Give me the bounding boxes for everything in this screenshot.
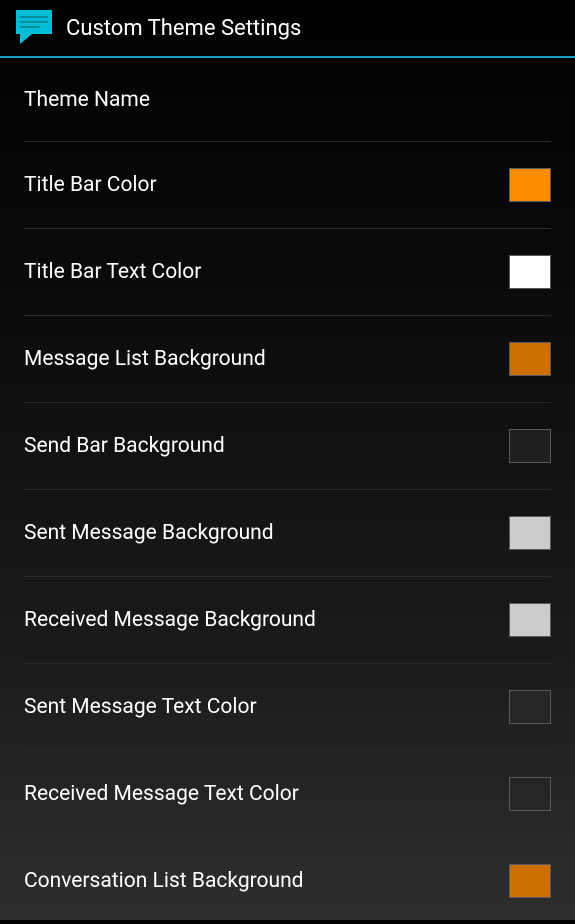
setting-label: Received Message Text Color [24, 782, 299, 806]
setting-label: Title Bar Text Color [24, 260, 201, 284]
setting-conversation-list-background[interactable]: Conversation List Background [24, 838, 551, 924]
color-swatch[interactable] [509, 603, 551, 637]
setting-label: Received Message Background [24, 608, 316, 632]
setting-label: Sent Message Text Color [24, 695, 257, 719]
setting-title-bar-color[interactable]: Title Bar Color [24, 142, 551, 229]
setting-message-list-background[interactable]: Message List Background [24, 316, 551, 403]
color-swatch[interactable] [509, 690, 551, 724]
setting-received-message-text-color[interactable]: Received Message Text Color [24, 751, 551, 838]
setting-label: Message List Background [24, 347, 266, 371]
setting-label: Title Bar Color [24, 173, 157, 197]
page-title: Custom Theme Settings [66, 16, 301, 41]
setting-label: Conversation List Background [24, 869, 304, 893]
setting-label: Theme Name [24, 88, 150, 112]
setting-theme-name[interactable]: Theme Name [24, 58, 551, 142]
setting-title-bar-text-color[interactable]: Title Bar Text Color [24, 229, 551, 316]
color-swatch[interactable] [509, 429, 551, 463]
color-swatch[interactable] [509, 516, 551, 550]
action-bar: Custom Theme Settings [0, 0, 575, 58]
color-swatch[interactable] [509, 255, 551, 289]
color-swatch[interactable] [509, 168, 551, 202]
setting-label: Sent Message Background [24, 521, 274, 545]
settings-list: Theme Name Title Bar Color Title Bar Tex… [0, 58, 575, 924]
color-swatch[interactable] [509, 864, 551, 898]
setting-sent-message-text-color[interactable]: Sent Message Text Color [24, 664, 551, 751]
color-swatch[interactable] [509, 777, 551, 811]
setting-received-message-background[interactable]: Received Message Background [24, 577, 551, 664]
setting-sent-message-background[interactable]: Sent Message Background [24, 490, 551, 577]
color-swatch[interactable] [509, 342, 551, 376]
setting-send-bar-background[interactable]: Send Bar Background [24, 403, 551, 490]
messaging-icon [14, 10, 54, 46]
setting-label: Send Bar Background [24, 434, 225, 458]
